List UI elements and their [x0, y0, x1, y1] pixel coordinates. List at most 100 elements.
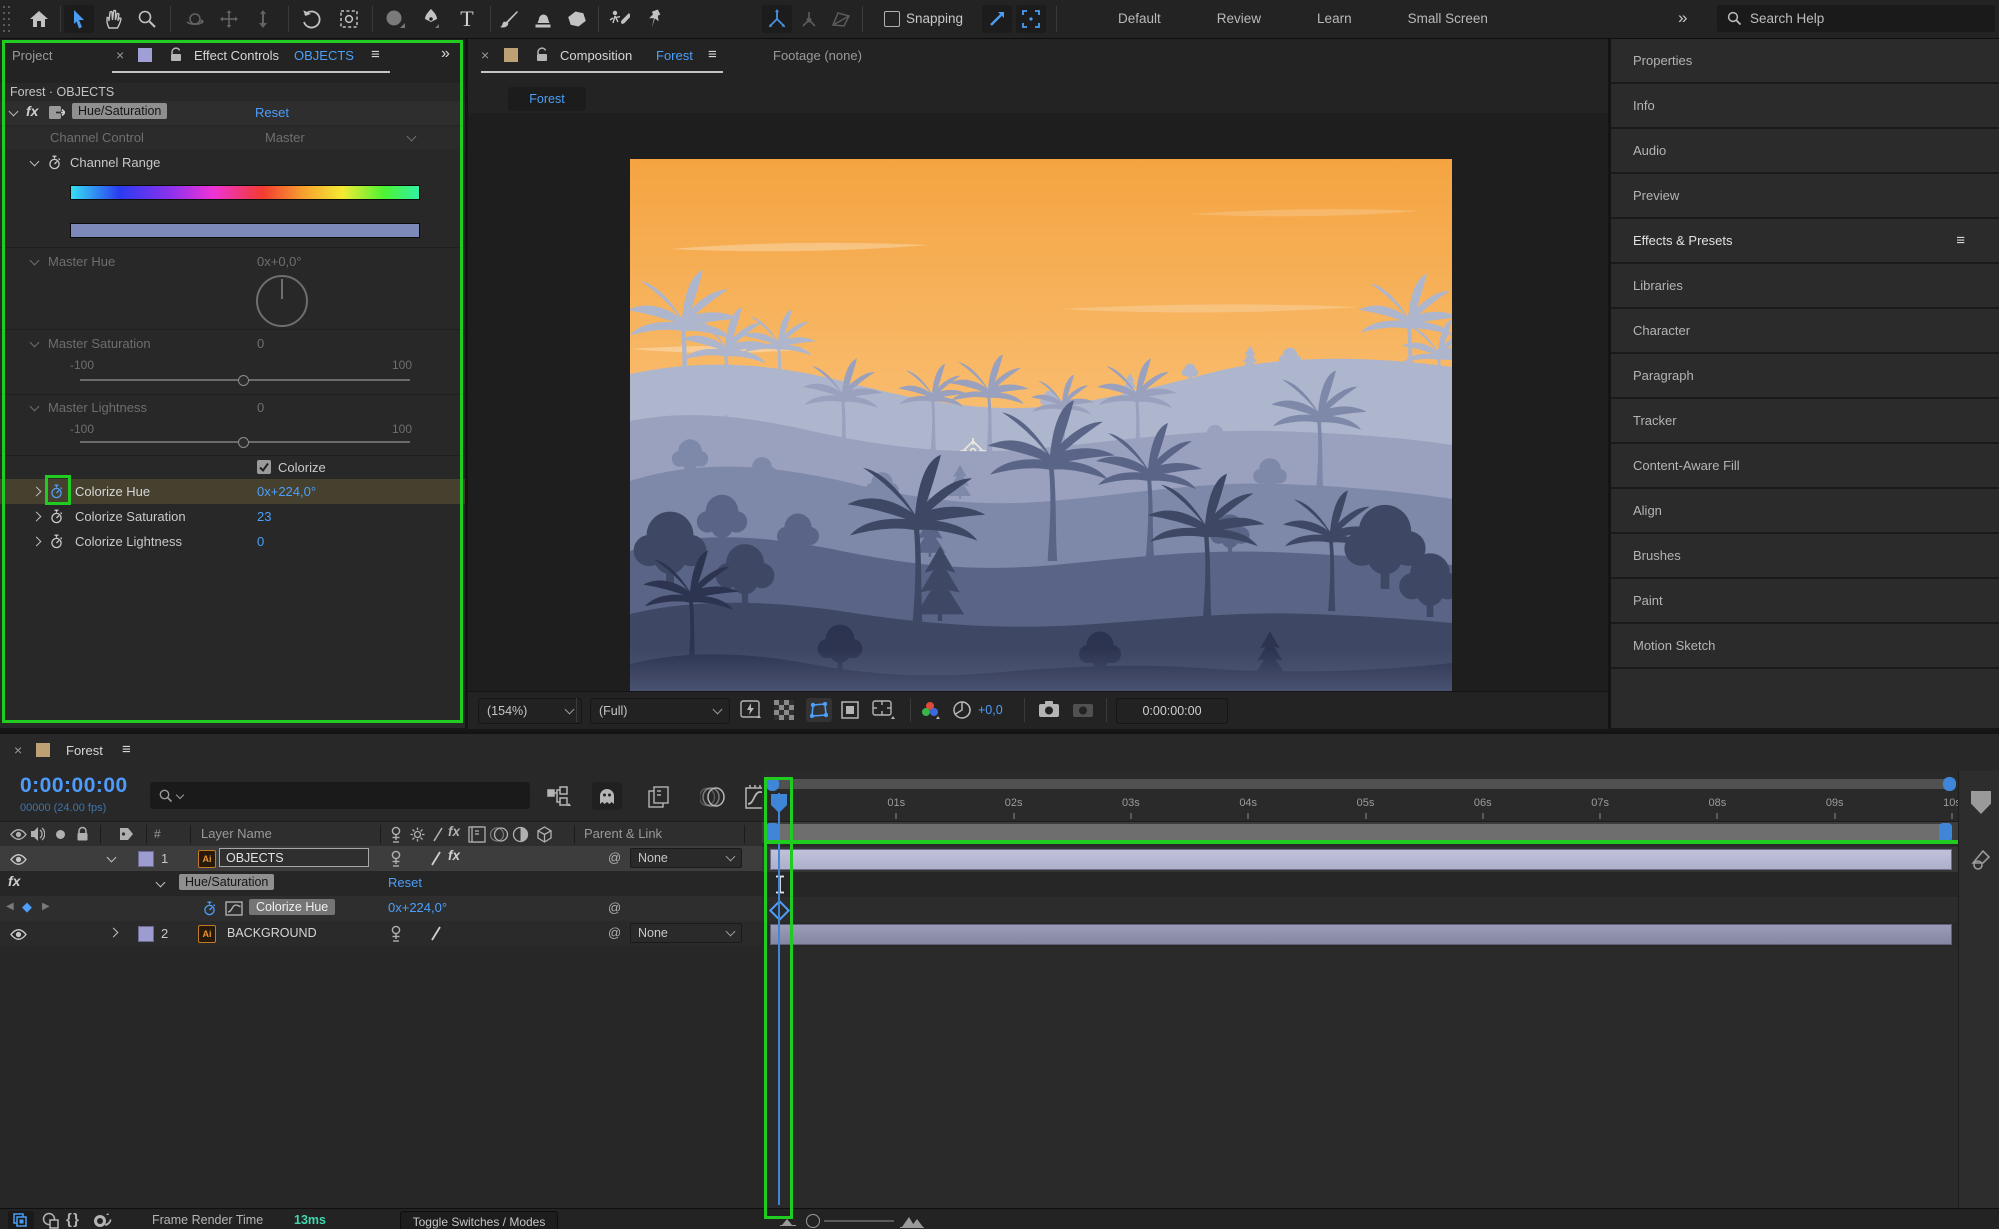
saturation-slider-handle[interactable] — [238, 375, 249, 386]
layer-name-column-label[interactable]: Layer Name — [201, 826, 272, 841]
right-panel-item-info[interactable]: Info — [1611, 84, 1999, 129]
keyframe-nav-current-icon[interactable]: ◆ — [22, 899, 32, 915]
unlock-icon[interactable] — [170, 47, 182, 62]
colorize-saturation-value[interactable]: 23 — [257, 509, 271, 524]
right-panel-item-audio[interactable]: Audio — [1611, 129, 1999, 174]
comp-viewer-button[interactable]: Forest — [508, 87, 586, 111]
layer1-shy-icon[interactable] — [388, 850, 404, 867]
tab-effect-controls-target[interactable]: OBJECTS — [294, 48, 354, 63]
pan-camera-tool[interactable] — [214, 5, 244, 33]
snap-along-edges-button[interactable] — [982, 5, 1012, 33]
timeline-zoom-knob[interactable] — [806, 1214, 820, 1228]
channel-control-dropdown-icon[interactable] — [406, 131, 417, 142]
selection-tool[interactable] — [64, 5, 94, 33]
right-panel-item-content-aware-fill[interactable]: Content-Aware Fill — [1611, 444, 1999, 489]
colorize-hue-row[interactable]: Colorize Hue 0x+224,0° — [0, 479, 465, 504]
snapping-checkbox[interactable] — [884, 11, 900, 27]
timeline-search-box[interactable] — [150, 782, 530, 809]
layer2-quality-icon[interactable] — [430, 926, 442, 941]
effect-row-reset-link[interactable]: Reset — [388, 875, 422, 890]
keyframe-nav-prev-icon[interactable]: ◀ — [6, 901, 14, 912]
colorize-checkbox[interactable] — [257, 460, 271, 474]
saturation-slider-track[interactable] — [80, 375, 410, 386]
layer-row-objects[interactable]: 1 Ai OBJECTS fx @ None — [0, 846, 762, 872]
property-name-chip[interactable]: Colorize Hue — [249, 899, 336, 915]
layer-row-background[interactable]: 2 Ai BACKGROUND @ None — [0, 921, 762, 947]
zoom-tool[interactable] — [132, 5, 162, 33]
master-saturation-expander-icon[interactable] — [29, 337, 40, 348]
dolly-camera-tool[interactable] — [248, 5, 278, 33]
master-hue-dial[interactable] — [256, 275, 308, 327]
local-axis-mode-button[interactable] — [762, 5, 792, 33]
colorize-hue-value[interactable]: 0x+224,0° — [257, 484, 316, 499]
channel-range-row[interactable]: Channel Range — [0, 152, 465, 174]
layer1-expander-icon[interactable] — [106, 852, 117, 863]
draft-3d-icon[interactable] — [592, 782, 622, 810]
colorize-lightness-value[interactable]: 0 — [257, 534, 264, 549]
magnification-dropdown[interactable]: (154%) — [478, 698, 582, 724]
effect-row-expander-icon[interactable] — [155, 877, 166, 888]
master-saturation-value[interactable]: 0 — [257, 336, 264, 351]
region-of-interest-icon[interactable] — [840, 700, 860, 720]
colorize-saturation-expander-icon[interactable] — [31, 511, 42, 522]
layer2-visibility-icon[interactable] — [10, 928, 27, 941]
timeline-panel-menu-icon[interactable]: ≡ — [122, 741, 131, 758]
colorize-lightness-row[interactable]: Colorize Lightness 0 — [0, 530, 465, 554]
right-panel-item-tracker[interactable]: Tracker — [1611, 399, 1999, 444]
zoom-in-mountain-icon[interactable] — [900, 1213, 924, 1228]
layer1-label-swatch[interactable] — [138, 851, 154, 867]
clone-stamp-tool[interactable] — [528, 5, 558, 33]
comp-unlock-icon[interactable] — [536, 47, 548, 62]
layer2-shy-icon[interactable] — [388, 925, 404, 942]
fast-previews-icon[interactable] — [740, 700, 762, 720]
right-panel-item-align[interactable]: Align — [1611, 489, 1999, 534]
workspace-tab-default[interactable]: Default — [1090, 11, 1189, 26]
toggle-switches-modes-button[interactable]: Toggle Switches / Modes — [400, 1211, 558, 1229]
type-tool[interactable]: T — [452, 5, 482, 33]
keyframe-nav-next-icon[interactable]: ▶ — [42, 901, 50, 912]
view-axis-mode-button[interactable] — [826, 5, 856, 33]
comp-marker-icon[interactable] — [1971, 791, 1991, 814]
lightness-slider-track[interactable] — [80, 437, 410, 448]
tab-composition-target[interactable]: Forest — [656, 48, 693, 63]
property-stopwatch-icon[interactable] — [203, 901, 216, 916]
colorize-hue-stopwatch-icon[interactable] — [50, 484, 63, 499]
tab-effect-controls-title[interactable]: Effect Controls — [194, 48, 279, 63]
motion-blur-icon[interactable] — [700, 786, 726, 808]
channel-range-expander-icon[interactable] — [29, 156, 40, 167]
parent-link-column-label[interactable]: Parent & Link — [584, 826, 662, 841]
expand-layer-switches-button[interactable] — [8, 1211, 34, 1229]
panel-menu-icon[interactable]: ≡ — [1956, 232, 1965, 249]
channel-control-value[interactable]: Master — [265, 130, 305, 145]
right-panel-item-motion-sketch[interactable]: Motion Sketch — [1611, 624, 1999, 669]
expand-in-out-button[interactable]: { } — [66, 1211, 79, 1228]
workspace-tab-review[interactable]: Review — [1189, 11, 1289, 26]
master-lightness-expander-icon[interactable] — [29, 401, 40, 412]
colorize-saturation-row[interactable]: Colorize Saturation 23 — [0, 505, 465, 529]
work-area-bar[interactable] — [766, 824, 1952, 841]
effect-expander-icon[interactable] — [8, 106, 19, 117]
effect-reset-link[interactable]: Reset — [255, 105, 289, 120]
comp-timecode-box[interactable]: 0:00:00:00 — [1116, 698, 1228, 724]
tab-close-icon[interactable]: × — [116, 47, 124, 63]
orbit-camera-tool[interactable] — [180, 5, 210, 33]
exposure-value[interactable]: +0,0 — [978, 703, 1003, 717]
pen-tool[interactable] — [416, 5, 446, 33]
mask-visibility-icon[interactable] — [806, 698, 832, 722]
layer1-name-box[interactable]: OBJECTS — [219, 848, 369, 867]
comp-marker-bin-icon[interactable] — [1969, 849, 1993, 871]
work-area-end-handle[interactable] — [1939, 823, 1952, 842]
workspace-tab-learn[interactable]: Learn — [1289, 11, 1380, 26]
layer2-parent-dropdown[interactable]: None — [630, 923, 742, 943]
master-lightness-value[interactable]: 0 — [257, 400, 264, 415]
expand-render-time-button[interactable] — [92, 1212, 112, 1229]
brush-tool[interactable] — [494, 5, 524, 33]
expand-transfer-controls-button[interactable] — [42, 1212, 60, 1229]
colorize-lightness-stopwatch-icon[interactable] — [50, 534, 63, 549]
puppet-pin-tool[interactable] — [640, 5, 670, 33]
choose-grid-guides-icon[interactable] — [872, 700, 896, 720]
resolution-dropdown[interactable]: (Full) — [590, 698, 730, 724]
frame-blending-icon[interactable] — [648, 786, 674, 808]
search-help-box[interactable]: Search Help — [1717, 5, 1995, 32]
layer2-label-swatch[interactable] — [138, 926, 154, 942]
